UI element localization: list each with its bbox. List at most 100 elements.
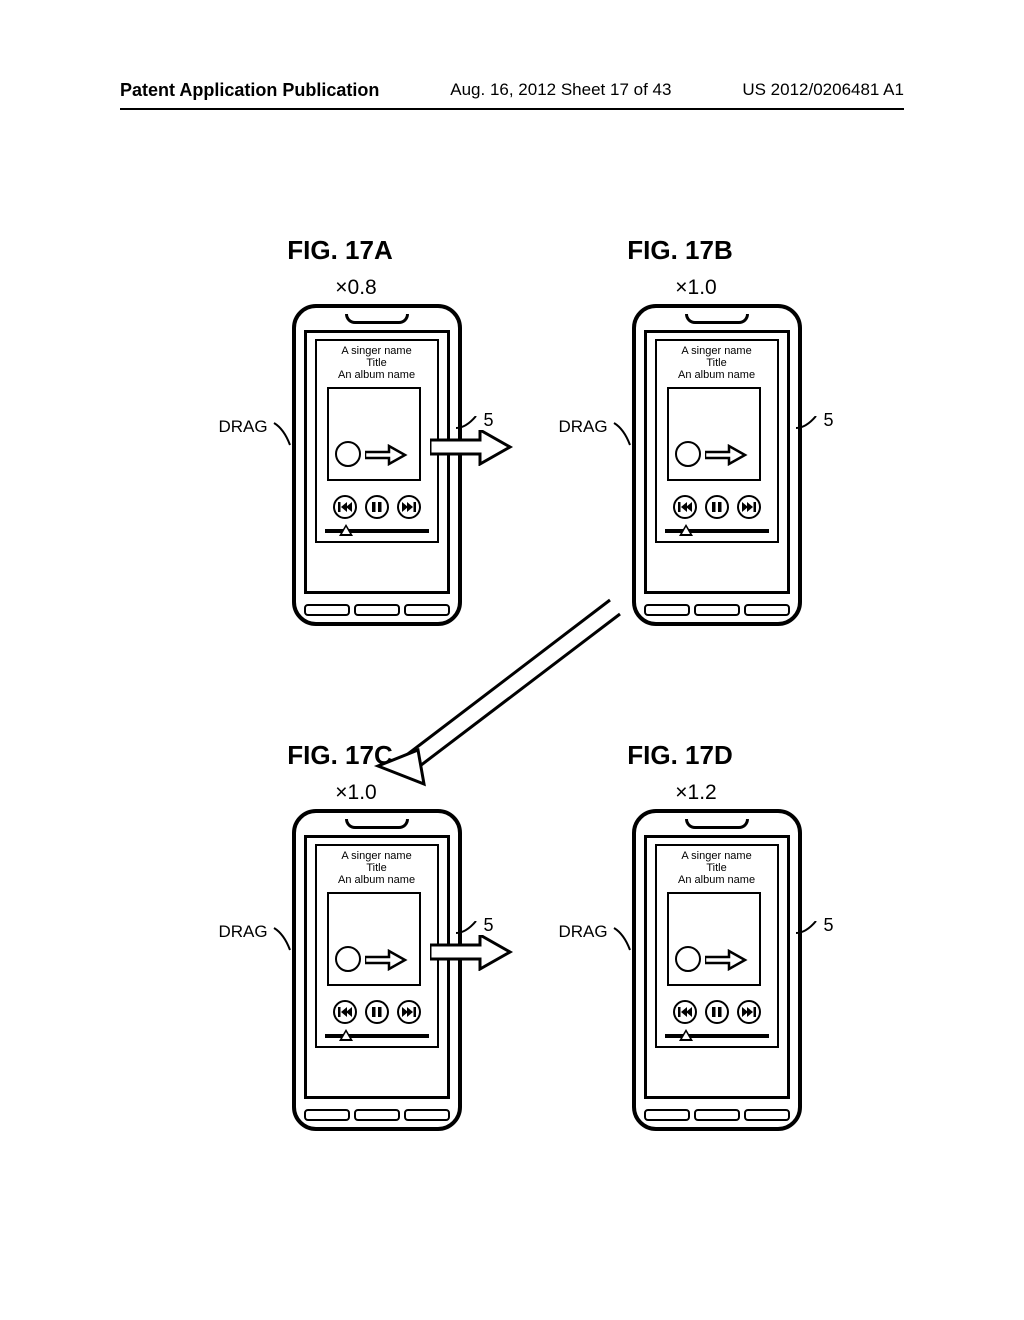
prev-button[interactable]: [333, 495, 357, 519]
phone-speaker: [345, 314, 409, 324]
callout-leader: [796, 921, 818, 940]
softkey-bar: [644, 604, 790, 616]
progress-marker[interactable]: [339, 1029, 353, 1041]
prev-icon: [337, 500, 353, 514]
reference-numeral-5: 5: [824, 915, 834, 936]
phone-speaker: [345, 819, 409, 829]
media-controls: [657, 1000, 777, 1024]
album-name: An album name: [657, 369, 777, 381]
softkey[interactable]: [694, 1109, 740, 1121]
drag-leader-line: [274, 928, 292, 952]
transition-arrow-a-to-b: [430, 430, 514, 471]
music-app-panel: A singer name Title An album name: [315, 339, 439, 543]
pause-button[interactable]: [365, 1000, 389, 1024]
figure-17b: FIG. 17B ×1.0 DRAG A singer name Title A…: [510, 235, 850, 626]
reference-numeral-5: 5: [484, 410, 494, 431]
softkey-bar: [304, 1109, 450, 1121]
drag-label: DRAG: [218, 922, 267, 942]
softkey[interactable]: [644, 1109, 690, 1121]
drag-label: DRAG: [558, 922, 607, 942]
phone-screen[interactable]: A singer name Title An album name: [644, 330, 790, 594]
progress-bar[interactable]: [325, 525, 429, 537]
song-title: Title: [657, 862, 777, 874]
reference-numeral-5: 5: [484, 915, 494, 936]
album-name: An album name: [317, 369, 437, 381]
figure-17d: FIG. 17D ×1.2 DRAG A singer name Title A…: [510, 740, 850, 1131]
progress-bar[interactable]: [325, 1030, 429, 1042]
softkey[interactable]: [694, 604, 740, 616]
callout-leader: [796, 416, 818, 435]
pause-icon: [369, 1005, 385, 1019]
prev-button[interactable]: [673, 1000, 697, 1024]
softkey[interactable]: [304, 1109, 350, 1121]
next-icon: [741, 1005, 757, 1019]
phone-speaker: [685, 819, 749, 829]
softkey[interactable]: [744, 1109, 790, 1121]
page-header: Patent Application Publication Aug. 16, …: [120, 80, 904, 101]
progress-marker[interactable]: [339, 524, 353, 536]
reference-numeral-5: 5: [824, 410, 834, 431]
next-icon: [401, 1005, 417, 1019]
phone-screen[interactable]: A singer name Title An album name: [304, 835, 450, 1099]
drag-label: DRAG: [218, 417, 267, 437]
pause-button[interactable]: [705, 1000, 729, 1024]
publication-type: Patent Application Publication: [120, 80, 379, 101]
prev-icon: [337, 1005, 353, 1019]
next-button[interactable]: [737, 495, 761, 519]
progress-bar[interactable]: [665, 525, 769, 537]
drag-direction-arrow: [705, 949, 749, 976]
drag-leader-line: [274, 423, 292, 447]
media-controls: [317, 1000, 437, 1024]
song-title: Title: [317, 357, 437, 369]
progress-bar[interactable]: [665, 1030, 769, 1042]
next-button[interactable]: [397, 495, 421, 519]
softkey[interactable]: [644, 604, 690, 616]
next-button[interactable]: [397, 1000, 421, 1024]
drag-label: DRAG: [558, 417, 607, 437]
publication-number: US 2012/0206481 A1: [742, 80, 904, 101]
phone-screen[interactable]: A singer name Title An album name: [304, 330, 450, 594]
softkey[interactable]: [304, 604, 350, 616]
song-metadata: A singer name Title An album name: [317, 345, 437, 381]
zoom-level: ×1.0: [542, 276, 850, 300]
pause-button[interactable]: [365, 495, 389, 519]
figure-label: FIG. 17A: [170, 235, 510, 266]
drag-touch-point[interactable]: [335, 441, 361, 472]
next-button[interactable]: [737, 1000, 761, 1024]
drag-direction-arrow: [365, 444, 409, 471]
drag-touch-point[interactable]: [675, 946, 701, 977]
music-app-panel: A singer name Title An album name: [315, 844, 439, 1048]
album-name: An album name: [657, 874, 777, 886]
prev-icon: [677, 1005, 693, 1019]
pause-icon: [709, 500, 725, 514]
softkey[interactable]: [354, 1109, 400, 1121]
singer-name: A singer name: [317, 345, 437, 357]
progress-marker[interactable]: [679, 1029, 693, 1041]
drag-direction-arrow: [365, 949, 409, 976]
phone-speaker: [685, 314, 749, 324]
figure-label: FIG. 17B: [510, 235, 850, 266]
music-app-panel: A singer name Title An album name: [655, 339, 779, 543]
drag-direction-arrow: [705, 444, 749, 471]
softkey[interactable]: [404, 1109, 450, 1121]
song-title: Title: [657, 357, 777, 369]
music-app-panel: A singer name Title An album name: [655, 844, 779, 1048]
song-title: Title: [317, 862, 437, 874]
phone-device: A singer name Title An album name: [632, 304, 802, 626]
date-sheet: Aug. 16, 2012 Sheet 17 of 43: [450, 80, 671, 101]
softkey[interactable]: [744, 604, 790, 616]
prev-button[interactable]: [333, 1000, 357, 1024]
phone-device: A singer name Title An album name: [632, 809, 802, 1131]
progress-marker[interactable]: [679, 524, 693, 536]
media-controls: [657, 495, 777, 519]
drag-touch-point[interactable]: [675, 441, 701, 472]
phone-screen[interactable]: A singer name Title An album name: [644, 835, 790, 1099]
drag-touch-point[interactable]: [335, 946, 361, 977]
singer-name: A singer name: [317, 850, 437, 862]
pause-button[interactable]: [705, 495, 729, 519]
next-icon: [401, 500, 417, 514]
prev-button[interactable]: [673, 495, 697, 519]
pause-icon: [709, 1005, 725, 1019]
song-metadata: A singer name Title An album name: [657, 345, 777, 381]
softkey-bar: [644, 1109, 790, 1121]
